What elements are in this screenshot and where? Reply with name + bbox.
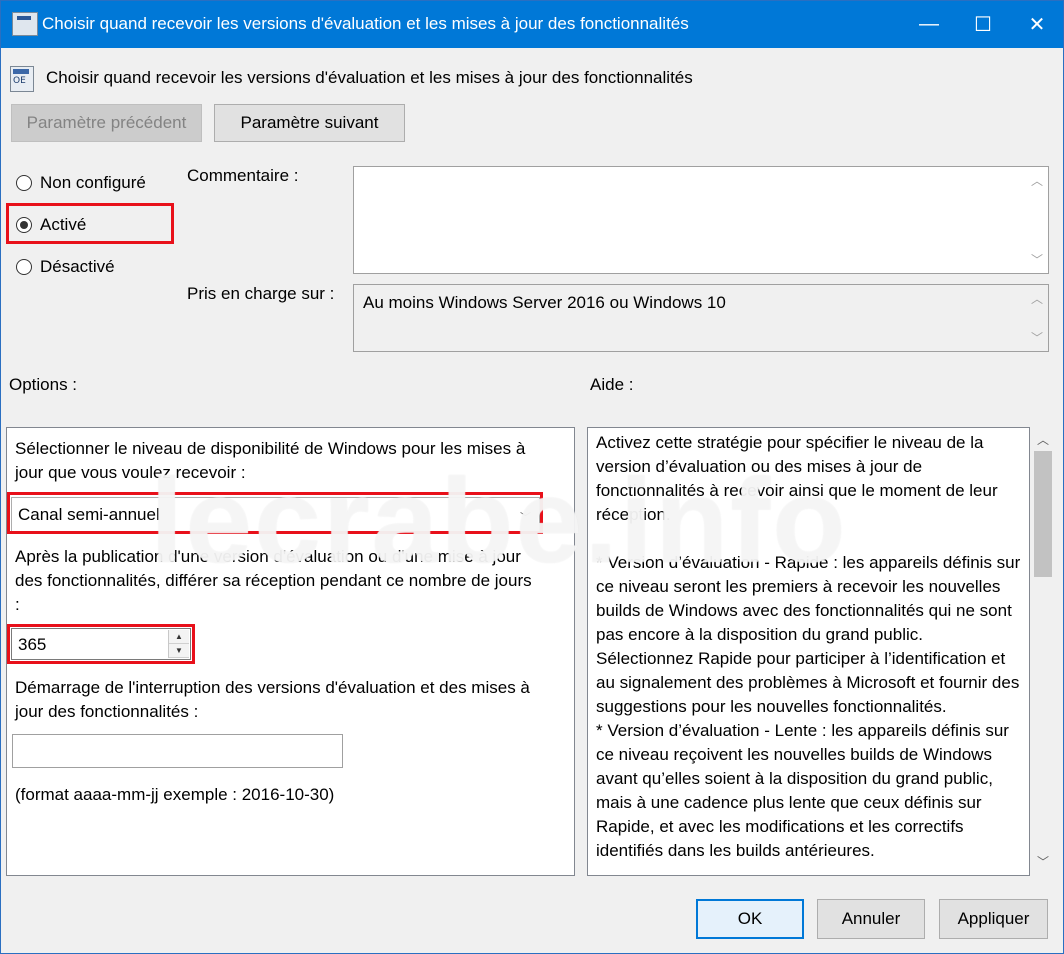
supported-value: Au moins Windows Server 2016 ou Windows …: [363, 293, 726, 312]
maximize-button[interactable]: ☐: [956, 0, 1010, 48]
policy-setting-icon: [10, 66, 34, 92]
scroll-thumb[interactable]: [1034, 451, 1052, 577]
policy-title: Choisir quand recevoir les versions d'év…: [46, 68, 693, 87]
help-paragraph: * Version d’évaluation - Rapide : les ap…: [596, 553, 1026, 716]
availability-level-label: Sélectionner le niveau de disponibilité …: [15, 439, 526, 482]
chevron-down-icon[interactable]: ﹀: [520, 509, 531, 525]
radio-circle[interactable]: [16, 259, 32, 275]
radio-disabled[interactable]: Désactivé: [16, 257, 115, 277]
comment-textarea[interactable]: ︿ ﹀: [353, 166, 1049, 274]
scroll-up-icon[interactable]: ︿: [1037, 431, 1049, 448]
help-paragraph: Activez cette stratégie pour spécifier l…: [596, 433, 1003, 524]
stepper-buttons[interactable]: ▲ ▼: [168, 630, 189, 658]
radio-not-configured[interactable]: Non configuré: [16, 173, 146, 193]
pause-start-input[interactable]: [12, 734, 343, 768]
scroll-up-icon[interactable]: ︿: [1031, 290, 1043, 307]
date-format-hint: (format aaaa-mm-jj exemple : 2016-10-30): [15, 785, 335, 804]
help-paragraph: * Version d’évaluation - Lente : les app…: [596, 721, 1014, 860]
help-scrollbar[interactable]: ︿ ﹀: [1031, 427, 1055, 876]
next-setting-button[interactable]: Paramètre suivant: [214, 104, 405, 142]
radio-label: Non configuré: [40, 173, 146, 192]
stepper-up-icon[interactable]: ▲: [169, 630, 189, 644]
defer-days-label: Après la publication d'une version d'éva…: [15, 547, 532, 614]
ok-button[interactable]: OK: [696, 899, 804, 939]
app-icon: [12, 12, 38, 36]
scroll-down-icon[interactable]: ﹀: [1031, 251, 1043, 268]
availability-level-value: Canal semi-annuel: [18, 505, 160, 524]
availability-level-select[interactable]: Canal semi-annuel ﹀: [11, 497, 540, 533]
scroll-up-icon[interactable]: ︿: [1031, 172, 1043, 189]
help-text: Activez cette stratégie pour spécifier l…: [596, 431, 1022, 863]
defer-days-value[interactable]: 365: [18, 635, 46, 655]
help-panel: Activez cette stratégie pour spécifier l…: [587, 427, 1030, 876]
minimize-button[interactable]: —: [902, 0, 956, 48]
window-title: Choisir quand recevoir les versions d'év…: [42, 14, 689, 33]
radio-label: Activé: [40, 215, 87, 234]
supported-scrollbar[interactable]: ︿ ﹀: [1027, 286, 1047, 350]
help-header: Aide :: [590, 375, 634, 394]
close-button[interactable]: ✕: [1010, 0, 1064, 48]
scroll-down-icon[interactable]: ﹀: [1031, 329, 1043, 346]
scroll-down-icon[interactable]: ﹀: [1037, 853, 1049, 870]
radio-label: Désactivé: [40, 257, 115, 276]
cancel-button[interactable]: Annuler: [817, 899, 925, 939]
defer-days-stepper[interactable]: 365 ▲ ▼: [11, 628, 191, 660]
options-panel: Sélectionner le niveau de disponibilité …: [6, 427, 575, 876]
apply-button[interactable]: Appliquer: [939, 899, 1048, 939]
supported-label: Pris en charge sur :: [187, 284, 335, 303]
title-bar[interactable]: Choisir quand recevoir les versions d'év…: [0, 0, 1064, 48]
radio-circle-checked[interactable]: [16, 217, 32, 233]
comment-scrollbar[interactable]: ︿ ﹀: [1027, 168, 1047, 272]
stepper-down-icon[interactable]: ▼: [169, 644, 189, 658]
pause-start-label: Démarrage de l'interruption des versions…: [15, 678, 530, 721]
comment-label: Commentaire :: [187, 166, 299, 185]
options-header: Options :: [9, 375, 78, 394]
help-paragraph: [596, 527, 1022, 551]
radio-circle[interactable]: [16, 175, 32, 191]
supported-textarea: Au moins Windows Server 2016 ou Windows …: [353, 284, 1049, 352]
previous-setting-button[interactable]: Paramètre précédent: [11, 104, 202, 142]
radio-enabled[interactable]: Activé: [16, 215, 86, 235]
